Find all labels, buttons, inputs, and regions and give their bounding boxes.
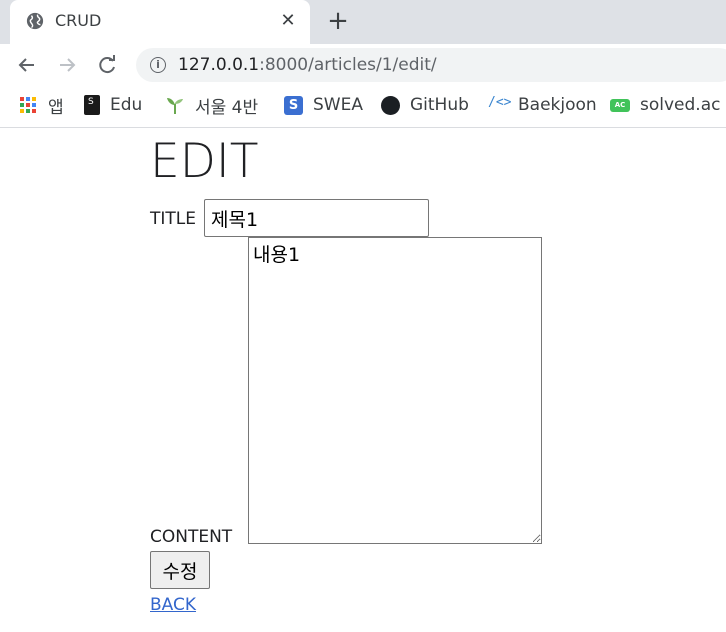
bookmark-solved-ac[interactable]: AC solved.ac [610, 94, 720, 116]
tab-crud[interactable]: CRUD ✕ [10, 0, 310, 44]
bookmark-edu[interactable]: Edu [84, 94, 142, 116]
close-tab-icon[interactable]: ✕ [278, 11, 298, 31]
apps-grid-icon [18, 95, 38, 115]
bookmark-label: SWEA [313, 95, 363, 115]
swea-icon: S [284, 95, 303, 115]
forward-arrow-icon[interactable] [54, 52, 80, 78]
bookmark-swea[interactable]: S SWEA [284, 94, 363, 116]
tab-strip: CRUD ✕ + [0, 0, 726, 44]
bookmark-label: Baekjoon [518, 95, 597, 115]
reload-icon[interactable] [94, 52, 120, 78]
new-tab-icon[interactable]: + [325, 8, 351, 34]
tab-title: CRUD [55, 11, 102, 30]
back-arrow-icon[interactable] [14, 52, 40, 78]
edu-icon [84, 95, 100, 115]
code-brackets-icon: /<> [488, 95, 512, 110]
title-label: TITLE [150, 209, 196, 229]
bookmark-label: 서울 4반 [195, 97, 259, 118]
title-input[interactable] [204, 199, 429, 237]
bookmark-seoul-4ban[interactable]: 서울 4반 [165, 94, 259, 118]
solved-ac-icon: AC [610, 98, 630, 112]
globe-icon [26, 12, 44, 30]
address-bar[interactable]: i 127.0.0.1:8000/articles/1/edit/ [136, 48, 726, 82]
browser-toolbar: i 127.0.0.1:8000/articles/1/edit/ [0, 44, 726, 86]
info-icon[interactable]: i [150, 57, 166, 73]
url-host: 127.0.0.1 [178, 55, 260, 75]
bookmarks-bar: 앱 Edu 서울 4반 S SWEA GitHub /<> Baekjoon A… [0, 86, 726, 128]
url-path: :8000/articles/1/edit/ [259, 55, 437, 75]
submit-button[interactable]: 수정 [150, 551, 210, 589]
content-label: CONTENT [150, 527, 233, 547]
content-textarea[interactable]: 내용1 [248, 237, 542, 544]
page-title: EDIT [150, 134, 259, 189]
bookmark-baekjoon[interactable]: /<> Baekjoon [488, 94, 597, 116]
url-text[interactable]: 127.0.0.1:8000/articles/1/edit/ [178, 55, 437, 75]
bookmark-label: Edu [110, 95, 143, 115]
bookmark-label: GitHub [410, 95, 469, 115]
github-icon [381, 95, 400, 115]
bookmark-label: solved.ac [640, 95, 721, 115]
page-content: EDIT TITLE 내용1 CONTENT 수정 BACK [0, 129, 726, 632]
bookmark-apps[interactable]: 앱 [18, 94, 64, 118]
sprout-icon [165, 95, 185, 115]
bookmark-label: 앱 [48, 97, 64, 118]
back-link[interactable]: BACK [150, 595, 196, 615]
bookmark-github[interactable]: GitHub [381, 94, 469, 116]
